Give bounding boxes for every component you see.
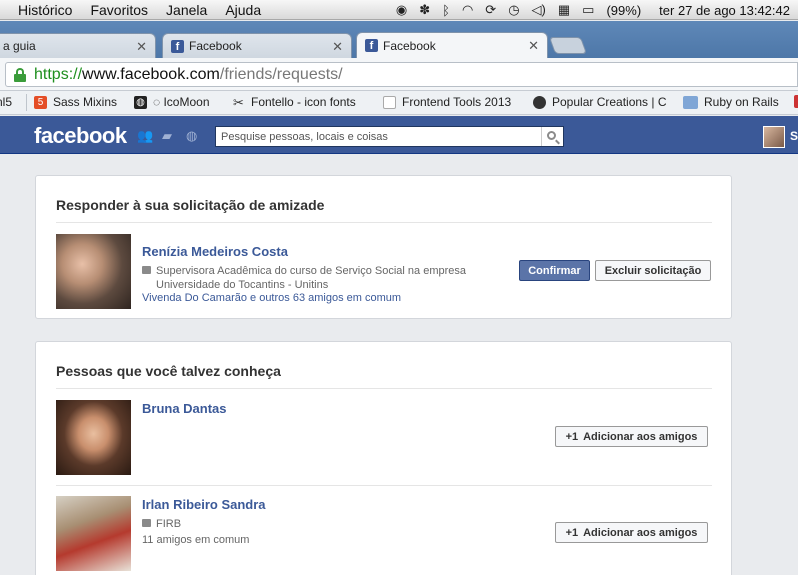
add-friend-button[interactable]: +1 Adicionar aos amigos — [555, 522, 708, 543]
facebook-favicon-icon: f — [365, 39, 378, 52]
friend-requests-icon[interactable]: 👥 — [137, 129, 153, 142]
search-icon — [547, 131, 556, 140]
tab-facebook-2[interactable]: f Facebook ✕ — [356, 32, 548, 58]
status-area: ◉ ✽ ᛒ ◠ ⟳ ◷ ◁) ▦ ▭ (99%) ter 27 de ago 1… — [396, 0, 790, 20]
tab-facebook-1[interactable]: f Facebook ✕ — [162, 33, 352, 58]
bluetooth-icon[interactable]: ᛒ — [442, 3, 450, 18]
facebook-favicon-icon: f — [171, 39, 184, 53]
search-button[interactable] — [541, 127, 563, 146]
menu-janela[interactable]: Janela — [166, 2, 207, 18]
facebook-logo[interactable]: facebook — [34, 123, 127, 149]
suggestion-name[interactable]: Irlan Ribeiro Sandra — [142, 497, 266, 512]
request-person-name[interactable]: Renízia Medeiros Costa — [142, 244, 288, 259]
bruna-photo[interactable] — [56, 400, 131, 475]
battery-percent: (99%) — [606, 2, 642, 18]
suggestion-school: FIRB — [142, 517, 181, 531]
confirm-button[interactable]: Confirmar — [519, 260, 590, 281]
icomoon-icon: ◍ — [134, 95, 147, 109]
new-tab-button[interactable] — [548, 37, 588, 54]
people-you-may-know-panel: Pessoas que você talvez conheça Bruna Da… — [35, 341, 732, 575]
menu-historico[interactable]: Histórico — [18, 2, 72, 18]
delete-request-button[interactable]: Excluir solicitação — [595, 260, 711, 281]
friend-requests-panel: Responder à sua solicitação de amizade R… — [35, 175, 732, 319]
requests-title: Responder à sua solicitação de amizade — [56, 197, 325, 213]
bookmark-html5[interactable]: nl5 — [0, 95, 12, 109]
menu-favoritos[interactable]: Favoritos — [90, 2, 148, 18]
battery-icon[interactable]: ▭ — [582, 2, 594, 18]
profile-name[interactable]: S — [790, 129, 798, 143]
volume-icon[interactable]: ◁) — [532, 2, 546, 18]
suggestion-name[interactable]: Bruna Dantas — [142, 401, 227, 416]
bookmark-popular-creations[interactable]: Popular Creations | C — [533, 95, 669, 109]
messages-icon[interactable]: ▰ — [162, 129, 177, 142]
red-bookmark-icon — [794, 95, 798, 108]
address-bar: https:// www.facebook.com /friends/reque… — [0, 58, 798, 91]
tab-guia[interactable]: a guia ✕ — [0, 33, 156, 58]
lock-icon[interactable] — [14, 67, 26, 82]
clock[interactable]: ter 27 de ago 13:42:42 — [659, 3, 790, 18]
close-icon[interactable]: ✕ — [528, 38, 539, 54]
url-field[interactable]: https:// www.facebook.com /friends/reque… — [5, 62, 798, 87]
search-box — [215, 126, 564, 147]
close-icon[interactable]: ✕ — [332, 39, 343, 55]
calendar-icon[interactable]: ▦ — [558, 2, 570, 18]
add-friend-icon: +1 — [565, 430, 579, 443]
sync-icon[interactable]: ⟳ — [485, 2, 496, 18]
menu-ajuda[interactable]: Ajuda — [225, 2, 261, 18]
time-machine-icon[interactable]: ◷ — [508, 2, 519, 18]
bookmark-more[interactable] — [794, 95, 798, 108]
request-work: Supervisora Acadêmica do curso de Serviç… — [142, 264, 466, 292]
bookmark-fontello[interactable]: ✂ Fontello - icon fonts — [232, 95, 366, 109]
bookmark-ruby-on-rails[interactable]: Ruby on Rails — [683, 95, 779, 109]
codepen-icon — [533, 95, 546, 109]
bookmark-icomoon[interactable]: ◍ ◌ IcoMoon — [134, 95, 210, 109]
irlan-photo[interactable] — [56, 496, 131, 571]
tab-label: Facebook — [189, 39, 242, 53]
url-scheme: https:// — [34, 65, 83, 83]
url-host: www.facebook.com — [82, 65, 220, 83]
school-icon — [142, 519, 151, 527]
html5-icon: 5 — [34, 95, 47, 109]
os-menubar: Histórico Favoritos Janela Ajuda ◉ ✽ ᛒ ◠… — [0, 0, 798, 20]
wifi-icon[interactable]: ◠ — [462, 2, 473, 18]
tab-strip: a guia ✕ f Facebook ✕ f Facebook ✕ — [0, 21, 798, 58]
record-icon[interactable]: ◉ — [396, 2, 407, 18]
url-path: /friends/requests/ — [219, 65, 343, 83]
briefcase-icon — [142, 266, 151, 274]
bookmarks-bar: nl5 5 Sass Mixins ◍ ◌ IcoMoon ✂ Fontello… — [0, 91, 798, 115]
renizia-photo[interactable] — [56, 234, 131, 309]
facebook-header: facebook 👥 ▰ ◍ S — [0, 116, 798, 154]
close-icon[interactable]: ✕ — [136, 39, 147, 55]
bookmark-sass-mixins[interactable]: 5 Sass Mixins — [34, 95, 117, 109]
paw-icon[interactable]: ✽ — [419, 2, 430, 18]
add-friend-button[interactable]: +1 Adicionar aos amigos — [555, 426, 708, 447]
tab-label: a guia — [3, 39, 36, 53]
add-friend-icon: +1 — [565, 526, 579, 539]
page-icon — [383, 95, 396, 109]
bookmark-frontend-tools[interactable]: Frontend Tools 2013 — [383, 95, 519, 109]
notifications-globe-icon[interactable]: ◍ — [186, 129, 201, 142]
folder-icon — [683, 95, 698, 109]
mutual-friends-link[interactable]: Vivenda Do Camarão e outros 63 amigos em… — [142, 292, 401, 304]
tab-label: Facebook — [383, 38, 436, 53]
search-input[interactable] — [216, 127, 541, 146]
suggestions-title: Pessoas que você talvez conheça — [56, 363, 281, 379]
profile-avatar[interactable] — [763, 126, 785, 148]
scissors-icon: ✂ — [233, 95, 244, 109]
suggestion-mutual[interactable]: 11 amigos em comum — [142, 533, 249, 547]
